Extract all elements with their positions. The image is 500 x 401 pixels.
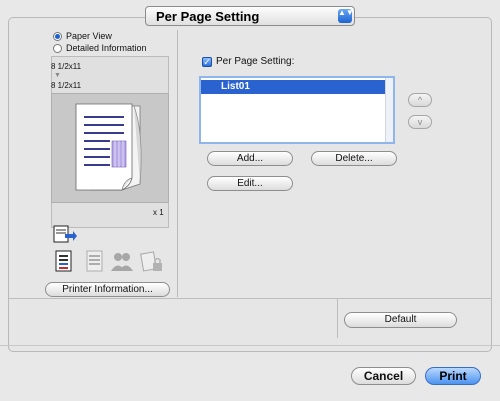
default-button[interactable]: Default <box>344 312 457 328</box>
move-up-button[interactable]: ^ <box>408 93 432 107</box>
per-page-setting-checkbox[interactable]: ✓ <box>202 56 212 67</box>
people-icon <box>110 250 134 275</box>
paper-size-info: 8 1/2x11 ▼ 8 1/2x11 <box>51 59 169 91</box>
list-scrollbar[interactable] <box>385 78 393 142</box>
cancel-button[interactable]: Cancel <box>351 367 416 385</box>
per-page-list[interactable]: List01 <box>199 76 395 144</box>
paper-view-label: Paper View <box>66 31 112 41</box>
vertical-divider <box>177 30 178 297</box>
size-arrow-icon: ▼ <box>54 72 61 79</box>
paper-view-radio[interactable] <box>53 31 62 41</box>
default-divider <box>337 298 338 338</box>
document-icon <box>55 250 73 275</box>
page-preview-illustration <box>75 103 142 191</box>
print-button[interactable]: Print <box>425 367 481 385</box>
list-item[interactable]: List01 <box>201 80 393 94</box>
page-preview <box>51 93 169 203</box>
text-doc-icon <box>86 250 104 275</box>
per-page-setting-label: Per Page Setting: <box>216 56 295 67</box>
edit-button[interactable]: Edit... <box>207 176 293 191</box>
footer-separator <box>0 345 500 346</box>
copies-count: x 1 <box>153 208 164 217</box>
detailed-info-label: Detailed Information <box>66 43 147 53</box>
detailed-info-option[interactable]: Detailed Information <box>53 43 147 53</box>
delete-button[interactable]: Delete... <box>311 151 397 166</box>
output-tray-icon <box>53 225 77 248</box>
move-down-button[interactable]: v <box>408 115 432 129</box>
per-page-setting-option[interactable]: ✓ Per Page Setting: <box>202 56 294 67</box>
lock-doc-icon <box>140 250 164 277</box>
panel-select-label: Per Page Setting <box>156 9 260 24</box>
size-to: 8 1/2x11 <box>51 81 82 90</box>
horizontal-divider <box>8 298 492 299</box>
detailed-info-radio[interactable] <box>53 43 62 53</box>
panel-select-popup[interactable]: Per Page Setting ▲▼ <box>145 6 355 26</box>
paper-view-option[interactable]: Paper View <box>53 31 112 41</box>
printer-information-button[interactable]: Printer Information... <box>45 282 170 297</box>
popup-arrows-icon: ▲▼ <box>338 9 354 23</box>
add-button[interactable]: Add... <box>207 151 293 166</box>
